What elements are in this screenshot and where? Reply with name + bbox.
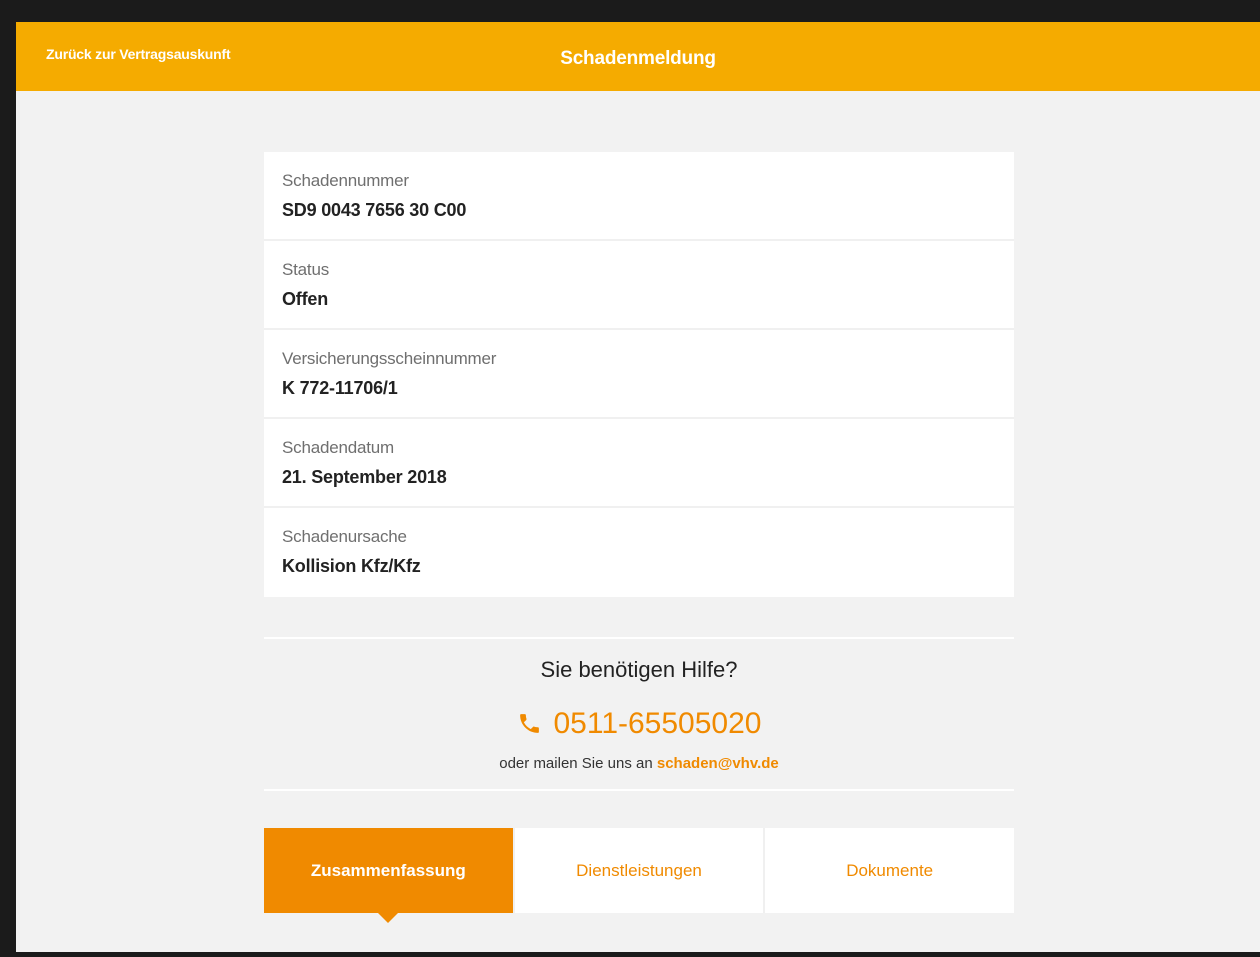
field-value: SD9 0043 7656 30 C00 bbox=[282, 200, 467, 220]
field-label: Schadennummer bbox=[282, 171, 409, 190]
field-value: 21. September 2018 bbox=[282, 467, 447, 487]
mail-prefix: oder mailen Sie uns an bbox=[499, 755, 653, 772]
help-title: Sie benötigen Hilfe? bbox=[540, 657, 738, 682]
header-bar: Zurück zur Vertragsauskunft Schadenmeldu… bbox=[16, 22, 1260, 91]
field-label: Status bbox=[282, 260, 329, 279]
field-claim-date: Schadendatum 21. September 2018 bbox=[264, 419, 1014, 508]
claim-details-card: Schadennummer SD9 0043 7656 30 C00 Statu… bbox=[264, 152, 1014, 597]
tab-documents[interactable]: Dokumente bbox=[765, 828, 1015, 913]
field-label: Schadendatum bbox=[282, 438, 394, 457]
help-mail-line: oder mailen Sie uns an schaden@vhv.de bbox=[264, 755, 1014, 772]
email-link[interactable]: schaden@vhv.de bbox=[657, 755, 779, 772]
tab-bar: Zusammenfassung Dienstleistungen Dokumen… bbox=[264, 828, 1015, 923]
field-value: Offen bbox=[282, 289, 328, 309]
tab-summary[interactable]: Zusammenfassung bbox=[264, 828, 515, 923]
tab-services[interactable]: Dienstleistungen bbox=[514, 828, 766, 913]
main-content: Schadennummer SD9 0043 7656 30 C00 Statu… bbox=[264, 152, 1015, 923]
field-label: Schadenursache bbox=[282, 527, 407, 546]
field-value: Kollision Kfz/Kfz bbox=[282, 556, 421, 576]
phone-number: 0511-65505020 bbox=[553, 707, 762, 740]
help-section: Sie benötigen Hilfe? 0511-65505020 oder … bbox=[264, 637, 1014, 791]
page-title: Schadenmeldung bbox=[560, 48, 716, 69]
field-claim-cause: Schadenursache Kollision Kfz/Kfz bbox=[264, 508, 1014, 597]
field-label: Versicherungsscheinnummer bbox=[282, 349, 497, 368]
app-window: Zurück zur Vertragsauskunft Schadenmeldu… bbox=[16, 22, 1260, 952]
phone-icon bbox=[519, 714, 539, 733]
field-policy-number: Versicherungsscheinnummer K 772-11706/1 bbox=[264, 330, 1014, 419]
field-status: Status Offen bbox=[264, 241, 1014, 330]
field-value: K 772-11706/1 bbox=[282, 378, 398, 398]
help-phone-link[interactable]: 0511-65505020 bbox=[264, 707, 1014, 741]
field-claim-number: Schadennummer SD9 0043 7656 30 C00 bbox=[264, 152, 1014, 241]
